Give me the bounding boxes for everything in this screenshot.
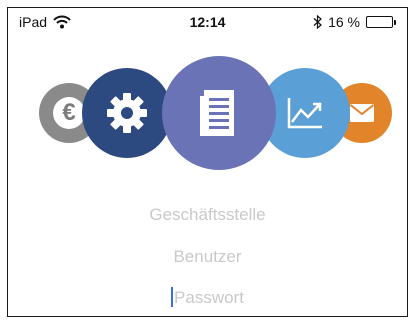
euro-icon: € — [53, 97, 85, 129]
status-right: 16 % — [313, 14, 396, 30]
gear-icon — [107, 93, 147, 133]
office-placeholder: Geschäftsstelle — [149, 205, 266, 224]
username-field[interactable]: Benutzer — [8, 247, 407, 267]
battery-percent: 16 % — [328, 14, 360, 30]
mail-icon — [349, 104, 375, 122]
password-field[interactable]: Passwort — [8, 287, 407, 308]
username-placeholder: Benutzer — [173, 247, 242, 266]
app-screen: iPad 12:14 16 % € Geschäftsstelle Benutz… — [7, 7, 408, 317]
text-cursor — [171, 287, 174, 307]
chart-icon — [287, 98, 322, 129]
password-placeholder: Passwort — [174, 288, 244, 307]
bluetooth-icon — [313, 15, 322, 29]
battery-icon — [366, 16, 396, 28]
office-field[interactable]: Geschäftsstelle — [8, 205, 407, 225]
documents-button[interactable] — [162, 56, 276, 170]
document-icon — [200, 90, 234, 136]
status-bar: iPad 12:14 16 % — [8, 8, 407, 36]
settings-button[interactable] — [82, 68, 172, 158]
